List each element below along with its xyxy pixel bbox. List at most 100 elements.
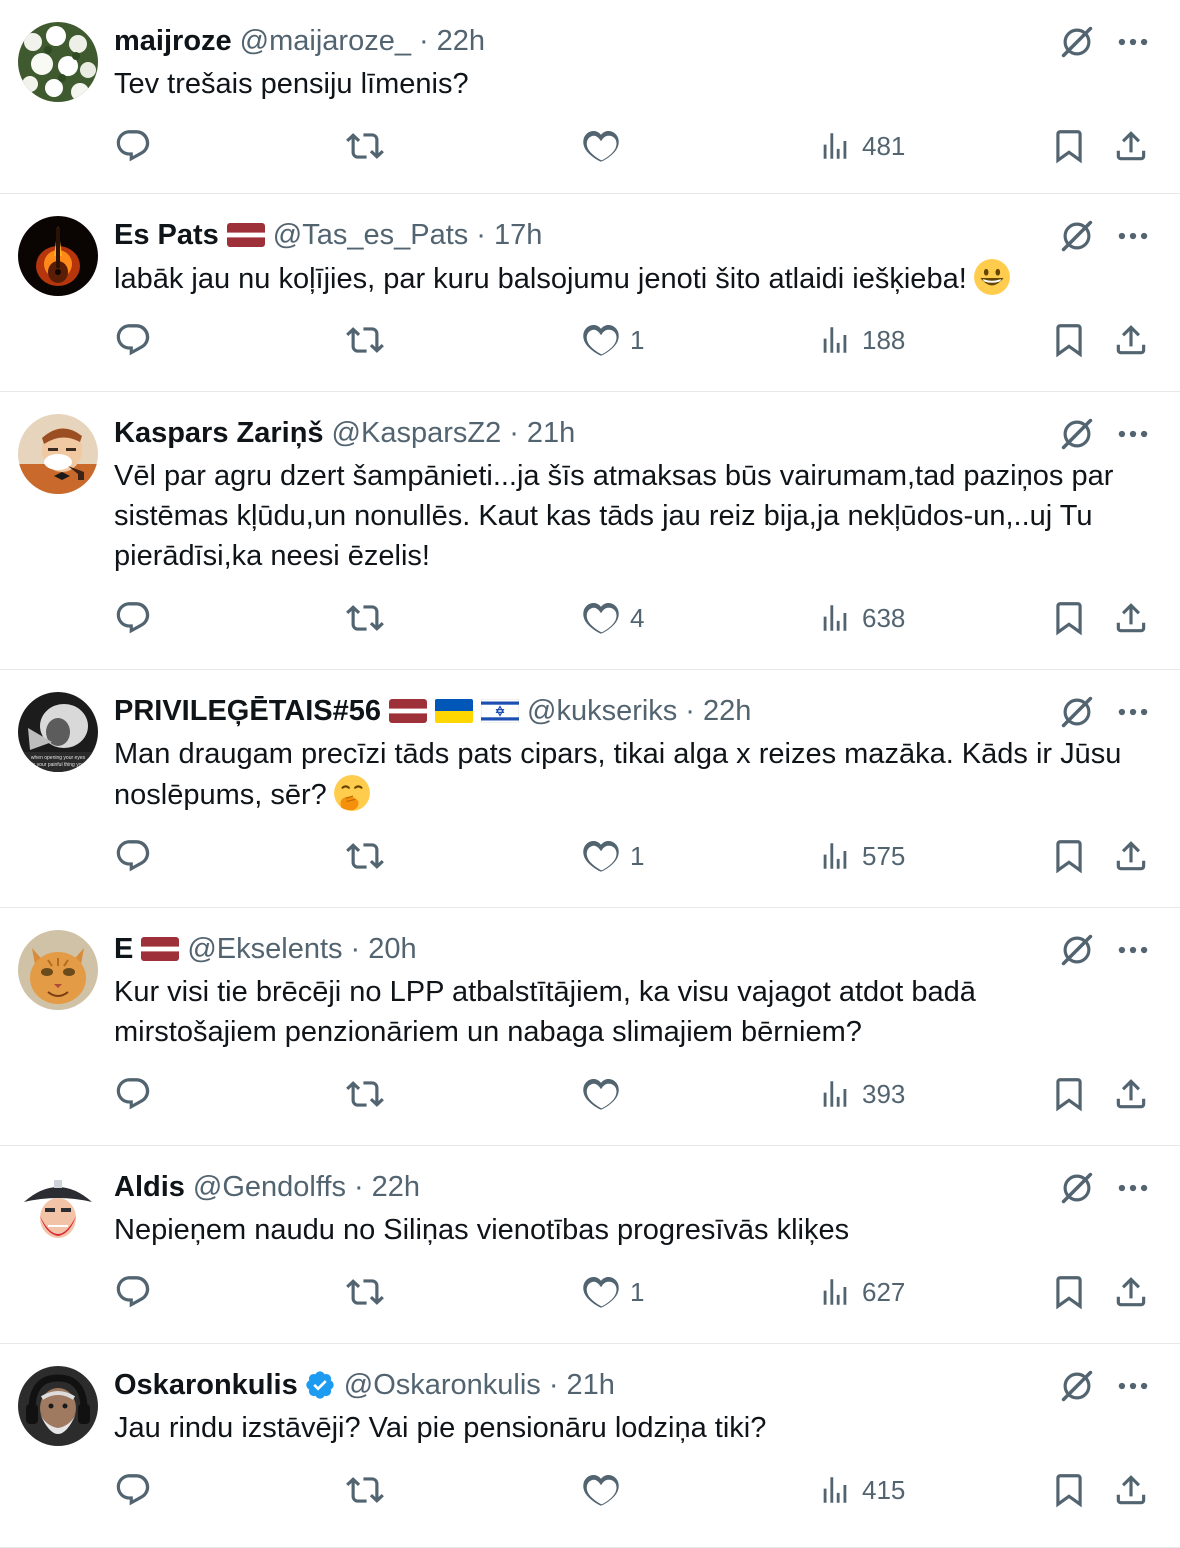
grok-icon[interactable] bbox=[1058, 931, 1096, 969]
grok-icon[interactable] bbox=[1058, 1367, 1096, 1405]
display-name[interactable]: Es Pats bbox=[114, 219, 219, 252]
display-name[interactable]: Aldis bbox=[114, 1171, 185, 1204]
share-button[interactable] bbox=[1112, 320, 1150, 360]
share-button[interactable] bbox=[1112, 1470, 1150, 1510]
more-icon[interactable] bbox=[1114, 931, 1152, 969]
like-button[interactable]: 1 bbox=[582, 1272, 644, 1312]
views-button[interactable]: 415 bbox=[818, 1470, 905, 1510]
share-icon bbox=[1112, 837, 1150, 875]
more-icon[interactable] bbox=[1114, 217, 1152, 255]
bookmark-button[interactable] bbox=[1050, 126, 1088, 166]
timestamp[interactable]: 21h bbox=[566, 1369, 614, 1402]
views-button[interactable]: 627 bbox=[818, 1272, 905, 1312]
retweet-button[interactable] bbox=[346, 1272, 384, 1312]
avatar[interactable] bbox=[18, 1168, 98, 1248]
views-button[interactable]: 481 bbox=[818, 126, 905, 166]
display-name[interactable]: Oskaronkulis bbox=[114, 1369, 298, 1402]
display-name[interactable]: PRIVILEĢĒTAIS#56 bbox=[114, 695, 381, 728]
views-button[interactable]: 575 bbox=[818, 836, 905, 876]
retweet-button[interactable] bbox=[346, 836, 384, 876]
retweet-button[interactable] bbox=[346, 1470, 384, 1510]
timestamp[interactable]: 17h bbox=[494, 219, 542, 252]
retweet-button[interactable] bbox=[346, 320, 384, 360]
reply-button[interactable] bbox=[114, 320, 152, 360]
bookmark-button[interactable] bbox=[1050, 836, 1088, 876]
tweet[interactable]: Oskaronkulis @Oskaronkulis · 21h Jau rindu i… bbox=[0, 1344, 1180, 1548]
tweet[interactable]: E @Ekselents · 20h Kur visi tie brēcēji no L… bbox=[0, 908, 1180, 1146]
reply-button[interactable] bbox=[114, 1272, 152, 1312]
tweet[interactable]: Es Pats @Tas_es_Pats · 17h labāk jau nu koļī… bbox=[0, 194, 1180, 392]
views-button[interactable]: 393 bbox=[818, 1074, 905, 1114]
like-button[interactable] bbox=[582, 1470, 630, 1510]
reply-button[interactable] bbox=[114, 1470, 152, 1510]
avatar[interactable] bbox=[18, 414, 98, 494]
timestamp[interactable]: 22h bbox=[437, 25, 485, 58]
username[interactable]: @Ekselents bbox=[187, 933, 342, 966]
grok-icon[interactable] bbox=[1058, 693, 1096, 731]
avatar[interactable] bbox=[18, 216, 98, 296]
grok-icon[interactable] bbox=[1058, 415, 1096, 453]
bookmark-button[interactable] bbox=[1050, 1074, 1088, 1114]
grok-icon[interactable] bbox=[1058, 217, 1096, 255]
like-button[interactable] bbox=[582, 1074, 630, 1114]
views-button[interactable]: 188 bbox=[818, 320, 905, 360]
bookmark-button[interactable] bbox=[1050, 1272, 1088, 1312]
retweet-button[interactable] bbox=[346, 598, 384, 638]
display-name[interactable]: Kaspars Zariņš bbox=[114, 417, 324, 450]
reply-icon bbox=[114, 127, 152, 165]
tweet[interactable]: maijroze @maijaroze_ · 22h Tev trešais pensi… bbox=[0, 0, 1180, 194]
reply-button[interactable] bbox=[114, 126, 152, 166]
grok-icon[interactable] bbox=[1058, 23, 1096, 61]
tweet[interactable]: Aldis @Gendolffs · 22h Nepieņem naudu no Sil… bbox=[0, 1146, 1180, 1344]
share-button[interactable] bbox=[1112, 836, 1150, 876]
username[interactable]: @maijaroze_ bbox=[240, 25, 411, 58]
tweet-text: Kur visi tie brēcēji no LPP atbalstītāji… bbox=[114, 972, 1134, 1052]
display-name[interactable]: maijroze bbox=[114, 25, 232, 58]
views-count: 188 bbox=[862, 324, 906, 355]
share-button[interactable] bbox=[1112, 1272, 1150, 1312]
like-button[interactable] bbox=[582, 126, 630, 166]
bookmark-button[interactable] bbox=[1050, 598, 1088, 638]
tweet[interactable]: Kaspars Zariņš @KasparsZ2 · 21h Vēl par agru… bbox=[0, 392, 1180, 670]
avatar[interactable]: when opening your eyes is your painful th… bbox=[18, 692, 98, 772]
views-count: 393 bbox=[862, 1078, 906, 1109]
reply-button[interactable] bbox=[114, 1074, 152, 1114]
timestamp[interactable]: 21h bbox=[527, 417, 575, 450]
share-button[interactable] bbox=[1112, 598, 1150, 638]
avatar[interactable] bbox=[18, 1366, 98, 1446]
heart-icon bbox=[582, 837, 620, 875]
timestamp[interactable]: 20h bbox=[368, 933, 416, 966]
share-button[interactable] bbox=[1112, 1074, 1150, 1114]
retweet-button[interactable] bbox=[346, 1074, 384, 1114]
timestamp[interactable]: 22h bbox=[703, 695, 751, 728]
username[interactable]: @Tas_es_Pats bbox=[273, 219, 468, 252]
more-icon[interactable] bbox=[1114, 1169, 1152, 1207]
views-button[interactable]: 638 bbox=[818, 598, 905, 638]
reply-button[interactable] bbox=[114, 836, 152, 876]
username[interactable]: @KasparsZ2 bbox=[332, 417, 502, 450]
like-button[interactable]: 4 bbox=[582, 598, 644, 638]
more-icon[interactable] bbox=[1114, 1367, 1152, 1405]
avatar[interactable] bbox=[18, 22, 98, 102]
like-button[interactable]: 1 bbox=[582, 320, 644, 360]
username[interactable]: @kukseriks bbox=[527, 695, 677, 728]
more-icon[interactable] bbox=[1114, 693, 1152, 731]
retweet-button[interactable] bbox=[346, 126, 384, 166]
bookmark-button[interactable] bbox=[1050, 320, 1088, 360]
more-icon[interactable] bbox=[1114, 415, 1152, 453]
avatar[interactable] bbox=[18, 930, 98, 1010]
share-icon bbox=[1112, 321, 1150, 359]
reply-button[interactable] bbox=[114, 598, 152, 638]
views-count: 638 bbox=[862, 602, 906, 633]
grok-icon[interactable] bbox=[1058, 1169, 1096, 1207]
display-name[interactable]: E bbox=[114, 933, 133, 966]
timestamp[interactable]: 22h bbox=[372, 1171, 420, 1204]
more-icon[interactable] bbox=[1114, 23, 1152, 61]
username[interactable]: @Oskaronkulis bbox=[344, 1369, 541, 1402]
share-button[interactable] bbox=[1112, 126, 1150, 166]
username[interactable]: @Gendolffs bbox=[193, 1171, 346, 1204]
bookmark-button[interactable] bbox=[1050, 1470, 1088, 1510]
tweet[interactable]: when opening your eyes is your painful th… bbox=[0, 670, 1180, 908]
like-button[interactable]: 1 bbox=[582, 836, 644, 876]
ukraine-flag-icon bbox=[435, 699, 473, 723]
